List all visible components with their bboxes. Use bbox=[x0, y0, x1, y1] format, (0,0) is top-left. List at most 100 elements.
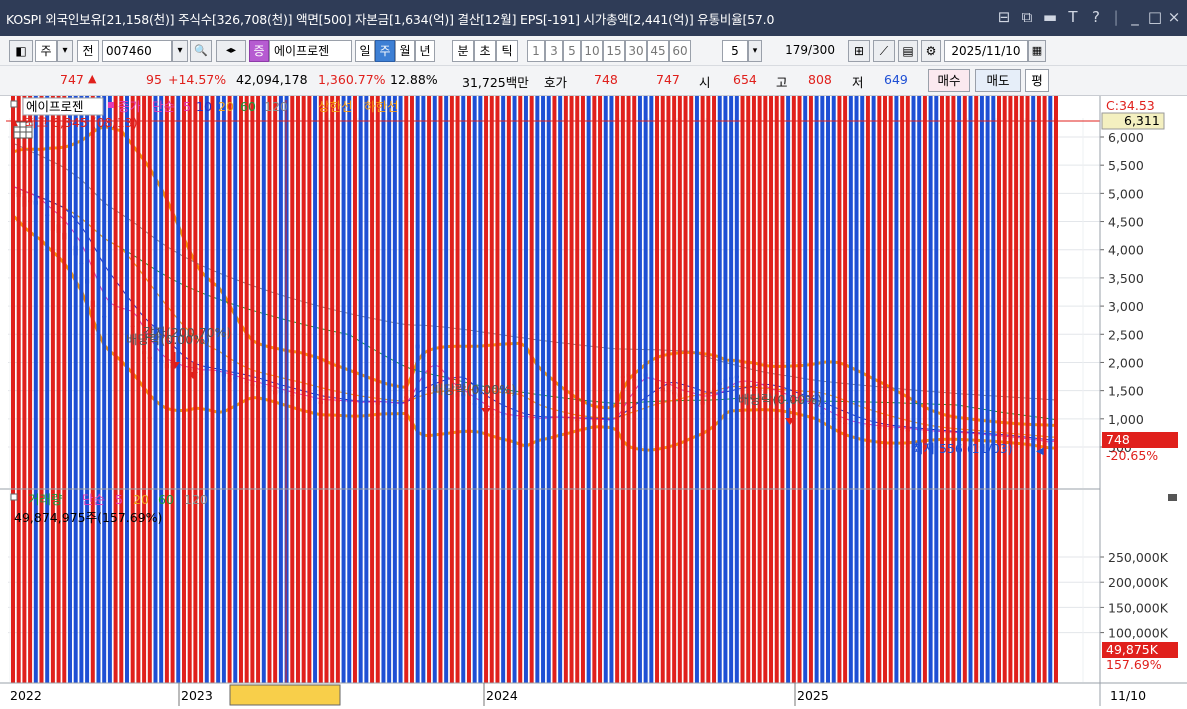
period-tab-월[interactable]: 월 bbox=[395, 40, 415, 62]
y-tick-label: 4,500 bbox=[1108, 215, 1144, 230]
layout-icon[interactable]: ⊟ bbox=[996, 8, 1012, 26]
volume-bar bbox=[541, 0, 546, 683]
pin-icon[interactable]: ▬ bbox=[1042, 8, 1058, 26]
volume-bar bbox=[79, 0, 84, 683]
period-tab-주[interactable]: 주 bbox=[375, 40, 395, 62]
volume-bar bbox=[102, 0, 107, 683]
unit-tab-틱[interactable]: 틱 bbox=[496, 40, 518, 62]
help-icon[interactable]: ? bbox=[1088, 8, 1104, 26]
volume-bar bbox=[113, 0, 118, 683]
display-count[interactable]: 179 bbox=[778, 40, 808, 62]
volume-bar bbox=[278, 0, 283, 683]
volume-bar bbox=[700, 0, 705, 683]
maximize-icon[interactable]: □ bbox=[1147, 8, 1163, 26]
buy-button[interactable]: 매수 bbox=[928, 69, 970, 92]
interval-15[interactable]: 15 bbox=[603, 40, 625, 62]
interval-3[interactable]: 3 bbox=[545, 40, 563, 62]
volume-bar bbox=[546, 0, 551, 683]
volume-bar bbox=[518, 0, 523, 683]
drawing-tool-icon[interactable]: ⟋ bbox=[873, 40, 895, 62]
average-button[interactable]: 평 bbox=[1025, 69, 1049, 92]
volume-bar bbox=[16, 0, 21, 683]
y-tick-label: 6,000 bbox=[1108, 130, 1144, 145]
interval-60[interactable]: 60 bbox=[669, 40, 691, 62]
save-icon[interactable]: ▤ bbox=[898, 40, 918, 62]
volume-bar bbox=[301, 0, 306, 683]
time-scroll-thumb[interactable] bbox=[229, 684, 341, 706]
volume-rate: 1,360.77% bbox=[318, 72, 386, 87]
panel-toggle-icon[interactable]: ◧ bbox=[9, 40, 33, 62]
time-label-2022: 2022 bbox=[10, 688, 42, 703]
volume-bar bbox=[820, 0, 825, 683]
volume-bar bbox=[267, 0, 272, 683]
volume-bar bbox=[119, 0, 124, 683]
calendar-icon[interactable]: ▦ bbox=[1028, 40, 1046, 62]
stock-code-input[interactable]: 007460 bbox=[102, 40, 172, 62]
volume-bar bbox=[786, 0, 791, 683]
interval-5[interactable]: 5 bbox=[563, 40, 581, 62]
sell-button[interactable]: 매도 bbox=[975, 69, 1021, 92]
prev-button[interactable]: 전 bbox=[77, 40, 99, 62]
count-caret-icon[interactable]: ▾ bbox=[748, 40, 762, 62]
volume-bar bbox=[922, 0, 927, 683]
volume-bar bbox=[985, 0, 990, 683]
search-icon[interactable]: 🔍 bbox=[190, 40, 212, 62]
volume-bar bbox=[227, 0, 232, 683]
period-tab-일[interactable]: 일 bbox=[355, 40, 375, 62]
volume-bar bbox=[238, 0, 243, 683]
unit-tab-분[interactable]: 분 bbox=[452, 40, 474, 62]
volume-bar bbox=[273, 0, 278, 683]
panel-menu-icon[interactable] bbox=[1168, 494, 1177, 501]
volume-bar bbox=[734, 0, 739, 683]
min-price-label: 최저 556 (11/03) bbox=[912, 441, 1013, 456]
volume-bar bbox=[22, 0, 27, 683]
stock-chart-svg[interactable]: 6,000 5,500 5,000 4,500 4,000 3,500 3,000 2,500… bbox=[0, 0, 1187, 706]
legend-ma10: 10 bbox=[196, 99, 212, 114]
window-tile-icon[interactable]: ⧉ bbox=[1019, 8, 1035, 26]
volume-bar bbox=[603, 0, 608, 683]
count-select[interactable]: 5 bbox=[722, 40, 748, 62]
volume-bar bbox=[1042, 0, 1047, 684]
volume-bar bbox=[130, 0, 135, 683]
volume-bar bbox=[256, 0, 261, 683]
speaker-icon[interactable]: ◂▸ bbox=[216, 40, 246, 62]
volume-bar bbox=[837, 0, 842, 683]
volume-bar bbox=[626, 0, 631, 683]
volume-bar bbox=[124, 0, 129, 683]
stock-info-title: KOSPI 외국인보유[21,158(천)] 주식수[326,708(천)] 액… bbox=[6, 12, 775, 27]
volume-bar bbox=[85, 0, 90, 683]
chart-area[interactable]: 6,000 5,500 5,000 4,500 4,000 3,500 3,000 2,500… bbox=[0, 0, 1187, 706]
gear-icon[interactable]: ⚙ bbox=[921, 40, 941, 62]
legend-upper: 상한선 bbox=[318, 99, 353, 114]
period-tab-년[interactable]: 년 bbox=[415, 40, 435, 62]
font-icon[interactable]: T bbox=[1065, 8, 1081, 26]
chart-toolbar: ◧ 주 ▾ 전 007460 ▾ 🔍 ◂▸ 증 에이프로젠 5 ▾ 179 /3… bbox=[0, 36, 1187, 66]
volume-bar bbox=[352, 0, 357, 683]
volume-bar bbox=[826, 0, 831, 683]
top-value: 6,311 bbox=[1124, 113, 1160, 128]
volume-bar bbox=[609, 0, 614, 683]
volume-bar bbox=[364, 0, 369, 683]
period-select[interactable]: 주 bbox=[35, 40, 57, 62]
interval-30[interactable]: 30 bbox=[625, 40, 647, 62]
candle-type-icon[interactable]: ⊞ bbox=[848, 40, 870, 62]
period-select-caret-icon[interactable]: ▾ bbox=[57, 40, 73, 62]
volume-bar bbox=[290, 0, 295, 683]
volume-bar bbox=[250, 0, 255, 683]
interval-10[interactable]: 10 bbox=[581, 40, 603, 62]
unit-tab-초[interactable]: 초 bbox=[474, 40, 496, 62]
volume-bar bbox=[187, 0, 192, 683]
date-input[interactable]: 2025/11/10 bbox=[944, 40, 1028, 62]
interval-1[interactable]: 1 bbox=[527, 40, 545, 62]
close-icon[interactable]: × bbox=[1166, 8, 1182, 26]
volume-bar bbox=[843, 0, 848, 684]
volume-bar bbox=[991, 0, 996, 683]
code-dropdown-caret-icon[interactable]: ▾ bbox=[172, 40, 188, 62]
volume-bar bbox=[370, 0, 375, 683]
volume-bar bbox=[712, 0, 717, 683]
volume-bar bbox=[774, 0, 779, 683]
low-price: 649 bbox=[884, 72, 908, 87]
minimize-icon[interactable]: _ bbox=[1127, 8, 1143, 26]
interval-45[interactable]: 45 bbox=[647, 40, 669, 62]
volume-bar bbox=[45, 0, 50, 683]
